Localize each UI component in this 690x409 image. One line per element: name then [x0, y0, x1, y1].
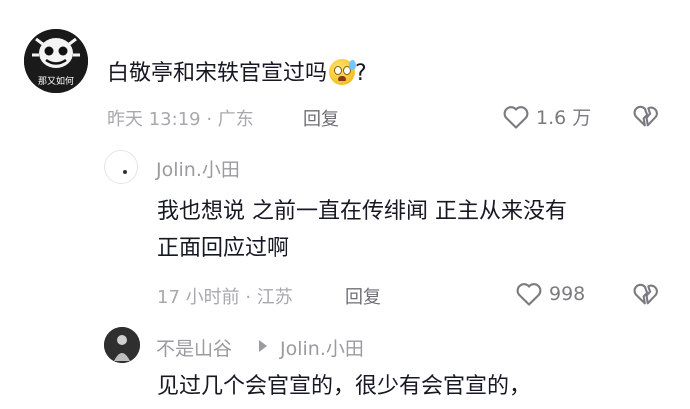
- reply-button[interactable]: 回复: [345, 283, 381, 309]
- dislike-button[interactable]: [632, 103, 660, 133]
- reply-text-line: 我也想说 之前一直在传绯闻 正主从来没有: [157, 199, 567, 224]
- avatar[interactable]: 那又如何: [24, 29, 88, 93]
- heart-icon: [503, 105, 529, 129]
- sweat-smile-emoji-icon: [329, 59, 357, 85]
- reply-text-line: 正面回应过啊: [157, 236, 290, 261]
- broken-heart-icon: [633, 105, 658, 127]
- reply-username[interactable]: Jolin.小田: [156, 155, 240, 182]
- comment-text-content: 白敬亭和宋轶官宣过吗: [107, 61, 328, 86]
- comment-meta: 昨天 13:19 · 广东: [107, 109, 254, 130]
- dislike-button[interactable]: [632, 281, 660, 311]
- heart-icon: [516, 283, 542, 306]
- reply-button[interactable]: 回复: [303, 105, 339, 131]
- like-button[interactable]: 1.6 万: [502, 103, 591, 130]
- figure-avatar-icon: [104, 327, 140, 363]
- like-count: 998: [549, 283, 586, 305]
- reply-to-arrow-icon: [259, 340, 267, 352]
- broken-heart-icon: [633, 283, 658, 305]
- dot-avatar-icon: [123, 170, 127, 174]
- reply-meta: 17 小时前 · 江苏: [157, 287, 293, 308]
- like-count: 1.6 万: [536, 107, 592, 129]
- reply-target-username[interactable]: Jolin.小田: [280, 334, 364, 361]
- avatar[interactable]: [104, 150, 138, 184]
- comment-question-mark: ?: [355, 61, 367, 86]
- like-button[interactable]: 998: [515, 281, 585, 307]
- reply-text-line: 见过几个会官宣的，很少有会官宣的，: [157, 374, 532, 399]
- avatar-caption: 那又如何: [37, 77, 74, 87]
- comment-text: 白敬亭和宋轶官宣过吗?: [107, 59, 367, 89]
- avatar[interactable]: [104, 327, 140, 363]
- reply-username[interactable]: 不是山谷: [156, 334, 232, 361]
